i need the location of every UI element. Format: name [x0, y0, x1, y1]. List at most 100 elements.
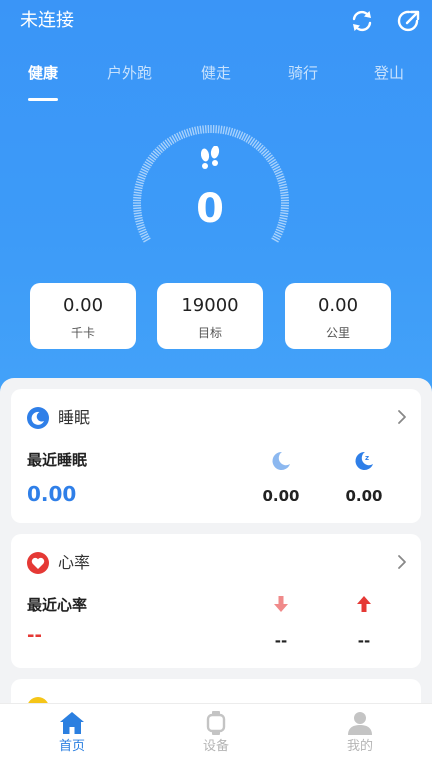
bottom-navigation: 首页 设备 我的 [0, 703, 432, 768]
recent-sleep-value: 0.00 [27, 482, 77, 506]
deep-sleep-value: 0.00 [345, 487, 383, 505]
gauge-tick [234, 129, 239, 138]
gauge-tick [196, 126, 200, 135]
gauge-tick [279, 186, 288, 190]
chevron-right-icon[interactable] [397, 409, 407, 425]
gauge-tick [217, 125, 220, 134]
gauge-tick [280, 194, 289, 197]
gauge-tick [133, 209, 142, 212]
gauge-tick [133, 194, 142, 197]
goal-value: 19000 [181, 295, 239, 316]
stat-card-goal[interactable]: 19000 目标 [157, 283, 263, 349]
gauge-tick [135, 183, 144, 187]
heart-icon [27, 552, 49, 574]
max-heart-rate-value: -- [357, 632, 371, 650]
sleep-card[interactable]: 睡眠 最近睡眠 0.00 z 0.00 0.00 [11, 389, 421, 523]
nav-home[interactable]: 首页 [32, 704, 112, 768]
gauge-tick [134, 186, 143, 190]
gauge-tick [186, 128, 191, 137]
recent-sleep-label: 最近睡眠 [27, 451, 88, 469]
gauge-tick [188, 127, 193, 136]
arrow-up-icon [357, 596, 371, 612]
nav-device[interactable]: 设备 [176, 704, 256, 768]
gauge-tick [222, 126, 226, 135]
gauge-tick [280, 209, 289, 212]
sleep-moon-icon [27, 407, 49, 429]
gauge-tick [278, 219, 287, 223]
gauge-tick [135, 180, 144, 185]
nav-profile-label: 我的 [346, 739, 373, 754]
gauge-tick [133, 212, 142, 215]
gauge-tick [280, 191, 289, 194]
heart-card-title: 心率 [58, 553, 91, 572]
gauge-tick [134, 188, 143, 192]
chevron-right-icon[interactable] [397, 554, 407, 570]
gauge-tick [280, 207, 289, 210]
heart-rate-card[interactable]: 心率 最近心率 -- -- -- [11, 534, 421, 668]
gauge-tick [135, 221, 144, 226]
min-heart-rate-value: -- [274, 632, 288, 650]
user-icon [348, 712, 372, 735]
gauge-tick [231, 128, 236, 137]
gauge-tick [183, 129, 188, 138]
tab-health[interactable]: 健康 [28, 62, 58, 84]
gauge-tick [133, 207, 142, 210]
goal-label: 目标 [197, 326, 222, 340]
share-icon[interactable] [396, 8, 422, 34]
gauge-tick [134, 216, 143, 220]
sync-icon[interactable] [349, 8, 375, 34]
gauge-tick [220, 125, 223, 134]
gauge-tick [278, 221, 287, 226]
recent-heart-rate-label: 最近心率 [27, 596, 88, 614]
health-cards-panel: 睡眠 最近睡眠 0.00 z 0.00 0.00 心率 最近心率 -- -- -… [0, 378, 432, 739]
distance-label: 公里 [325, 326, 350, 340]
gauge-tick [136, 178, 145, 183]
active-tab-indicator [28, 98, 58, 101]
nav-profile[interactable]: 我的 [320, 704, 400, 768]
gauge-tick [133, 191, 142, 194]
svg-text:z: z [365, 454, 369, 462]
light-sleep-value: 0.00 [262, 487, 300, 505]
tab-walking[interactable]: 健走 [201, 62, 231, 84]
gauge-tick [279, 188, 288, 192]
gauge-tick [280, 196, 289, 199]
nav-device-label: 设备 [202, 739, 229, 754]
gauge-tick [278, 183, 287, 187]
home-icon [60, 712, 84, 734]
gauge-tick [137, 226, 146, 231]
gauge-tick [227, 127, 231, 136]
gauge-tick [204, 125, 207, 134]
tab-climbing[interactable]: 登山 [374, 62, 404, 84]
gauge-tick [199, 125, 202, 134]
gauge-tick [224, 126, 228, 135]
gauge-tick [137, 175, 146, 180]
stat-card-calories: 0.00 千卡 [30, 283, 136, 349]
gauge-tick [133, 196, 142, 199]
activity-tabs: 健康 户外跑 健走 骑行 登山 [0, 62, 432, 106]
gauge-tick [277, 178, 286, 183]
tab-outdoor-run[interactable]: 户外跑 [107, 62, 152, 84]
gauge-tick [278, 180, 287, 185]
gauge-tick [279, 214, 288, 218]
steps-count: 0 [196, 186, 224, 232]
deep-sleep-icon: z [355, 451, 373, 470]
light-sleep-icon [272, 451, 290, 470]
tab-cycling[interactable]: 骑行 [288, 62, 318, 84]
distance-value: 0.00 [317, 295, 359, 316]
stat-card-distance: 0.00 公里 [285, 283, 391, 349]
gauge-tick [202, 125, 205, 134]
sleep-card-title: 睡眠 [58, 408, 91, 427]
gauge-tick [194, 126, 198, 135]
footprints-icon [200, 146, 220, 169]
gauge-tick [276, 175, 285, 180]
gauge-tick [277, 223, 286, 228]
gauge-tick [135, 219, 144, 223]
calories-label: 千卡 [70, 326, 95, 340]
nav-home-label: 首页 [58, 739, 85, 754]
gauge-tick [134, 214, 143, 218]
connection-status: 未连接 [20, 10, 74, 31]
gauge-tick [191, 127, 195, 136]
calories-value: 0.00 [62, 295, 104, 316]
gauge-tick [280, 212, 289, 215]
gauge-tick [215, 125, 218, 134]
